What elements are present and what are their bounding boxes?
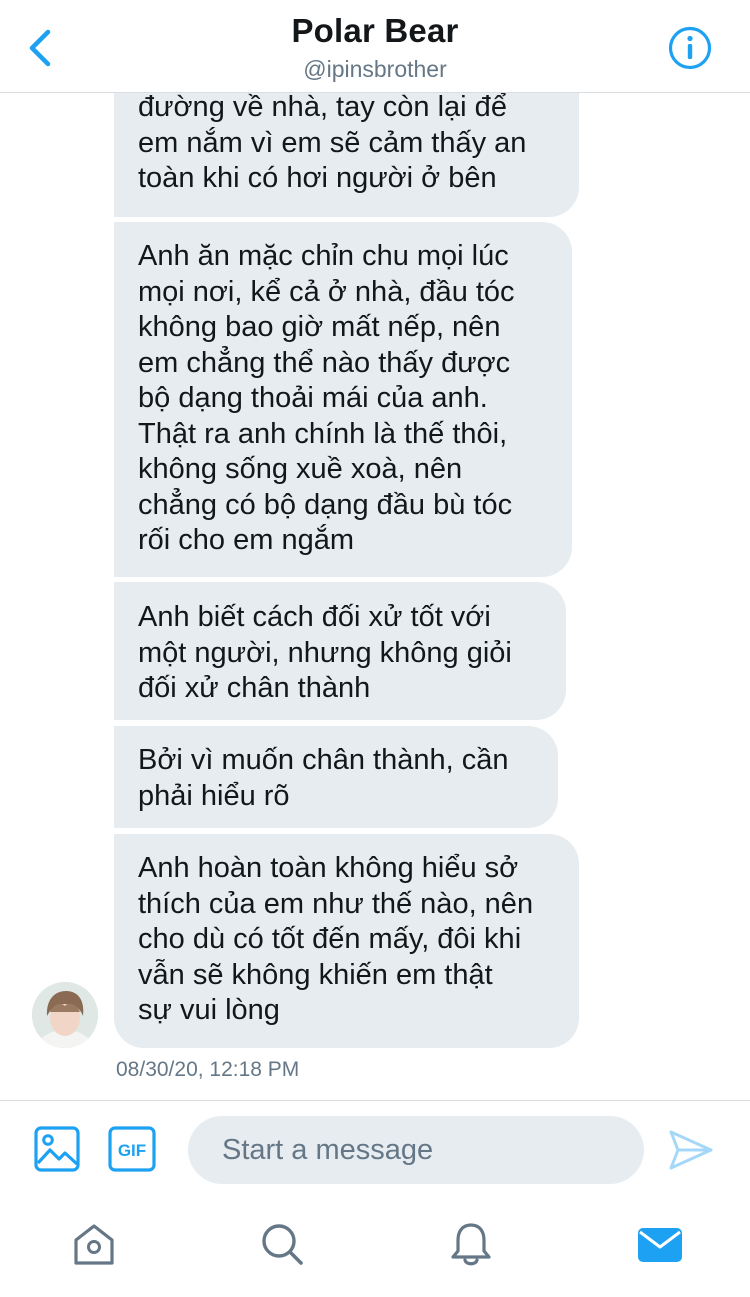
- message-bubble[interactable]: đường về nhà, tay còn lại để em nắm vì e…: [114, 92, 579, 217]
- message-bubble[interactable]: Anh biết cách đối xử tốt với một người, …: [114, 582, 566, 720]
- message-input[interactable]: Start a message: [188, 1116, 644, 1184]
- send-button[interactable]: [668, 1128, 714, 1172]
- message-composer: GIF Start a message: [0, 1100, 750, 1201]
- info-button[interactable]: [668, 26, 712, 70]
- message-bubble[interactable]: Bởi vì muốn chân thành, cần phải hiểu rõ: [114, 726, 558, 828]
- tab-home[interactable]: [70, 1220, 118, 1268]
- message-bubble[interactable]: Anh ăn mặc chỉn chu mọi lúc mọi nơi, kể …: [114, 222, 572, 577]
- conversation-title[interactable]: Polar Bear: [0, 12, 750, 50]
- gif-icon: GIF: [108, 1126, 156, 1172]
- search-icon: [262, 1224, 303, 1265]
- add-photo-button[interactable]: [34, 1126, 80, 1172]
- info-icon: [668, 26, 712, 70]
- conversation-handle: @ipinsbrother: [303, 56, 447, 82]
- message-bubble[interactable]: Anh hoàn toàn không hiểu sở thích của em…: [114, 834, 579, 1048]
- avatar[interactable]: [32, 982, 98, 1048]
- home-icon: [74, 1224, 114, 1265]
- gif-label: GIF: [118, 1141, 146, 1160]
- message-timestamp: 08/30/20, 12:18 PM: [116, 1058, 300, 1081]
- tab-messages[interactable]: [636, 1220, 684, 1268]
- tab-search[interactable]: [258, 1220, 306, 1268]
- add-gif-button[interactable]: GIF: [108, 1126, 156, 1172]
- image-icon: [34, 1126, 80, 1172]
- envelope-icon: [638, 1228, 682, 1262]
- conversation-header: Polar Bear @ipinsbrother: [0, 0, 750, 93]
- avatar-image: [32, 982, 98, 1048]
- message-list[interactable]: đường về nhà, tay còn lại để em nắm vì e…: [0, 92, 750, 1100]
- tab-notifications[interactable]: [447, 1220, 495, 1268]
- bell-icon: [451, 1223, 491, 1266]
- send-icon: [669, 1130, 713, 1170]
- bottom-tab-bar: [0, 1200, 750, 1297]
